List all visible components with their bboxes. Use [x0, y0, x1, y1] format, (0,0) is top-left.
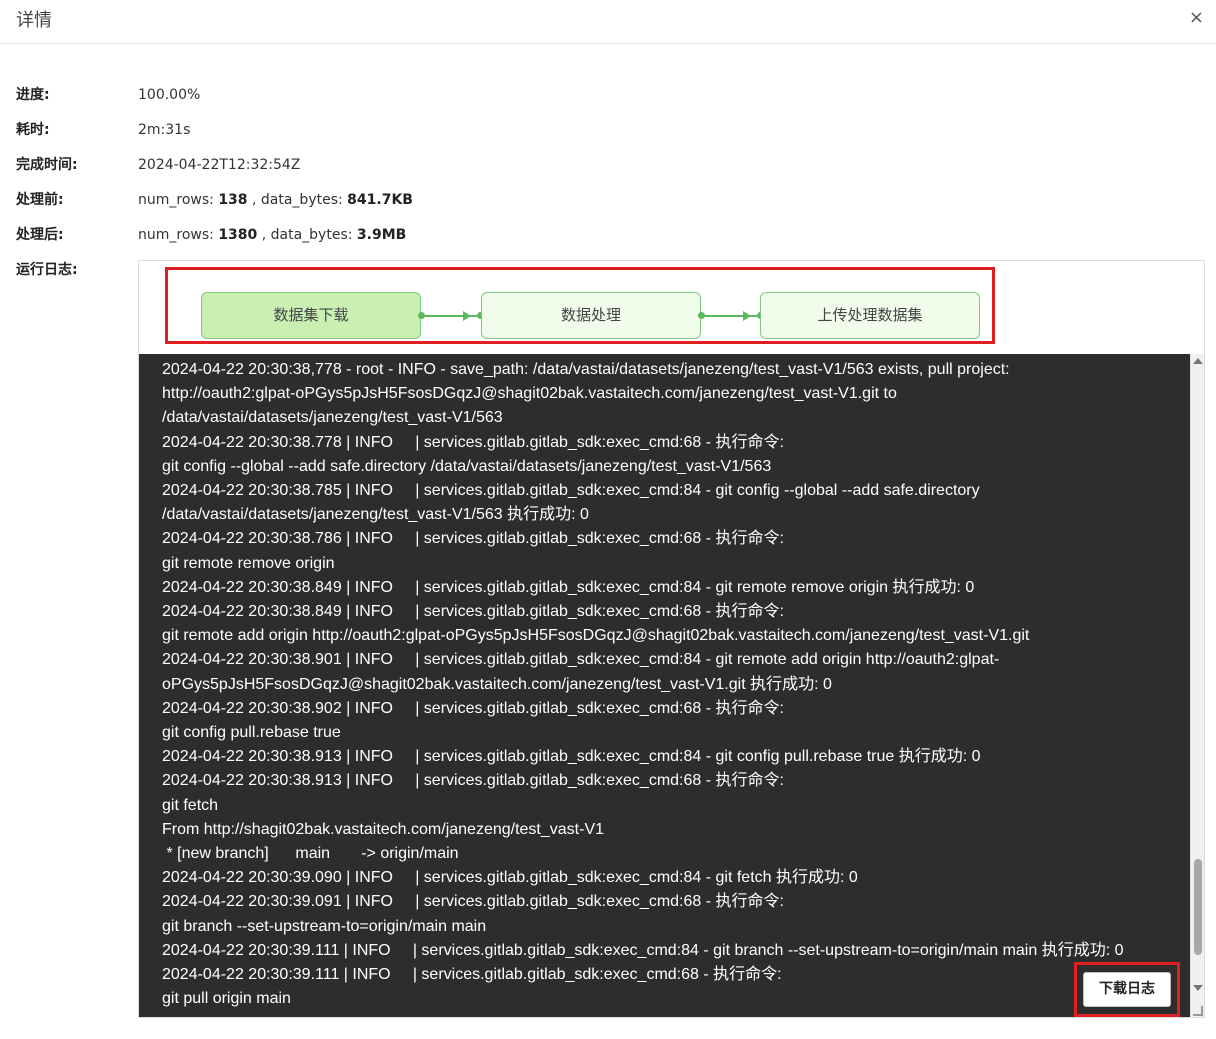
before-rows-key: num_rows:	[138, 192, 219, 208]
after-sep: , data_bytes:	[257, 227, 357, 243]
finish-time-value: 2024-04-22T12:32:54Z	[138, 157, 301, 173]
log-label: 运行日志:	[16, 262, 78, 278]
elapsed-label: 耗时:	[16, 122, 50, 138]
download-log-button[interactable]: 下载日志	[1083, 972, 1171, 1007]
after-rows-key: num_rows:	[138, 227, 219, 243]
progress-value: 100.00%	[138, 87, 201, 103]
before-rows: 138	[218, 192, 248, 208]
after-label: 处理后:	[16, 227, 64, 243]
flow-arrow-1	[418, 311, 484, 321]
log-line: oPGys5pJsH5FsosDGqzJ@shagit02bak.vastait…	[162, 675, 832, 693]
flow-step-process[interactable]: 数据处理	[481, 292, 701, 339]
modal-title: 详情	[16, 10, 52, 31]
log-line: 2024-04-22 20:30:39.111 | INFO | service…	[162, 966, 782, 984]
log-line: 2024-04-22 20:30:38.785 | INFO | service…	[162, 482, 980, 500]
log-panel: 数据集下载 数据处理 上传处理数据集 2024-04-22 20:30:38,7…	[138, 260, 1205, 1018]
after-bytes: 3.9MB	[356, 227, 407, 243]
arrow-head-icon	[743, 311, 751, 321]
log-line: git config --global --add safe.directory…	[162, 457, 772, 475]
log-line: git remote remove origin	[162, 554, 335, 572]
log-line: * [new branch] main -> origin/main	[162, 845, 459, 863]
log-line: 2024-04-22 20:30:38.902 | INFO | service…	[162, 699, 784, 717]
download-highlight: 下载日志	[1074, 962, 1180, 1017]
log-scrollbar[interactable]	[1190, 354, 1204, 1017]
log-line: git pull origin main	[162, 990, 291, 1008]
scroll-down-icon[interactable]	[1193, 985, 1203, 991]
flow-highlight: 数据集下载 数据处理 上传处理数据集	[165, 267, 995, 344]
modal-header: 详情 ×	[0, 0, 1216, 44]
log-line: git config pull.rebase true	[162, 724, 341, 742]
log-line: 2024-04-22 20:30:38.913 | INFO | service…	[162, 748, 981, 766]
log-line: http://oauth2:glpat-oPGys5pJsH5FsosDGqzJ…	[162, 385, 897, 403]
resize-grip-icon[interactable]	[1193, 1006, 1203, 1016]
flow-arrow-2	[698, 311, 764, 321]
scroll-thumb[interactable]	[1194, 859, 1202, 955]
log-line: 2024-04-22 20:30:38.849 | INFO | service…	[162, 603, 784, 621]
log-line: From http://shagit02bak.vastaitech.com/j…	[162, 820, 605, 838]
log-line: git fetch	[162, 796, 219, 814]
log-line: git remote add origin http://oauth2:glpa…	[162, 627, 1030, 645]
log-line: /data/vastai/datasets/janezeng/test_vast…	[162, 506, 589, 524]
log-line: 2024-04-22 20:30:39.090 | INFO | service…	[162, 869, 858, 887]
before-label: 处理前:	[16, 192, 64, 208]
log-line: 2024-04-22 20:30:38.786 | INFO | service…	[162, 530, 784, 548]
log-line: 2024-04-22 20:30:38.778 | INFO | service…	[162, 433, 784, 451]
before-bytes: 841.7KB	[347, 192, 413, 208]
scroll-up-icon[interactable]	[1193, 358, 1203, 364]
flow-step-download[interactable]: 数据集下载	[201, 292, 421, 339]
close-icon[interactable]: ×	[1189, 6, 1204, 30]
arrow-head-icon	[463, 311, 471, 321]
log-line: 2024-04-22 20:30:38.913 | INFO | service…	[162, 772, 784, 790]
log-line: /data/vastai/datasets/janezeng/test_vast…	[162, 409, 503, 427]
log-line: git branch --set-upstream-to=origin/main…	[162, 917, 487, 935]
log-line: 2024-04-22 20:30:39.111 | INFO | service…	[162, 941, 1124, 959]
log-line: 2024-04-22 20:30:39.091 | INFO | service…	[162, 893, 784, 911]
log-line: 2024-04-22 20:30:38.901 | INFO | service…	[162, 651, 1000, 669]
before-value: num_rows: 138 , data_bytes: 841.7KB	[138, 189, 413, 211]
finish-time-label: 完成时间:	[16, 157, 78, 173]
before-sep: , data_bytes:	[247, 192, 348, 208]
after-rows: 1380	[218, 227, 258, 243]
flow-step-upload[interactable]: 上传处理数据集	[760, 292, 980, 339]
progress-label: 进度:	[16, 87, 50, 103]
elapsed-value: 2m:31s	[138, 122, 191, 138]
after-value: num_rows: 1380 , data_bytes: 3.9MB	[138, 224, 406, 246]
log-line: 2024-04-22 20:30:38.849 | INFO | service…	[162, 578, 975, 596]
log-lines: 2024-04-22 20:30:38,778 - root - INFO - …	[162, 358, 1181, 1011]
log-console[interactable]: 2024-04-22 20:30:38,778 - root - INFO - …	[139, 354, 1191, 1017]
log-line: 2024-04-22 20:30:38,778 - root - INFO - …	[162, 361, 1010, 378]
